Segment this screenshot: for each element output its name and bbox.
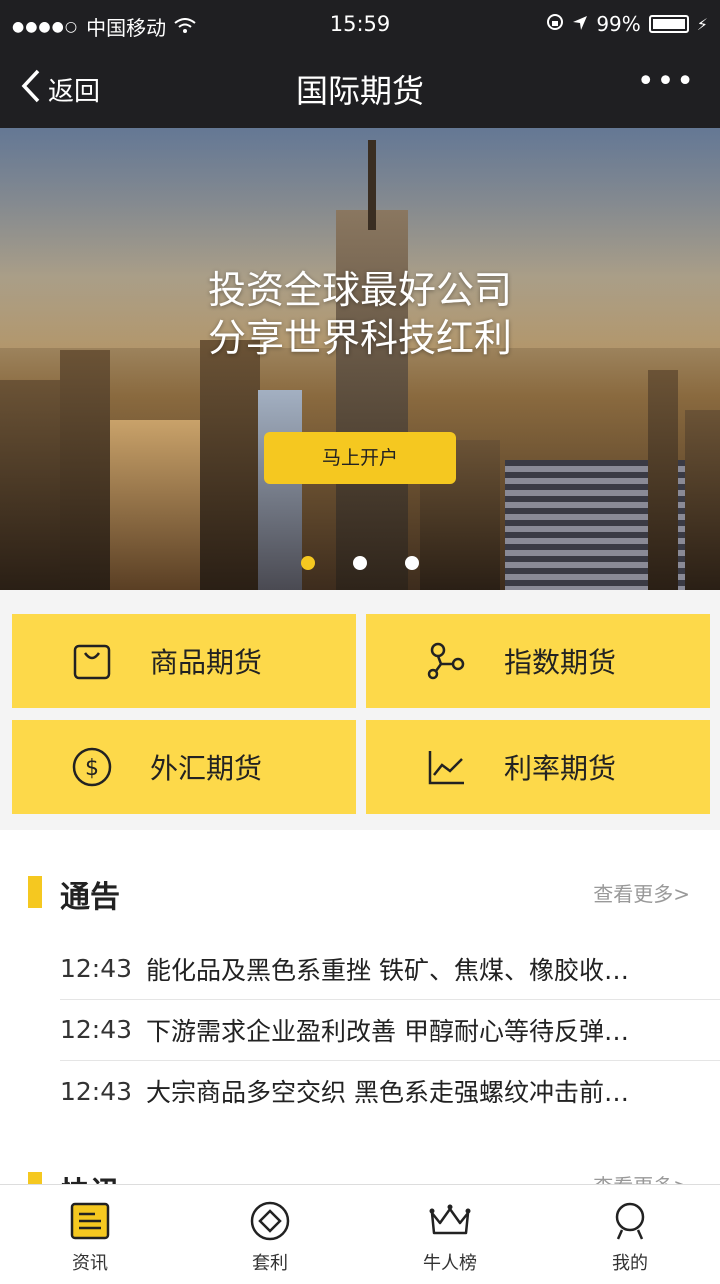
status-bar: ●●●●○ 中国移动 15:59 99% ⚡ — [0, 0, 720, 50]
section-title: 快讯 — [60, 1168, 120, 1184]
page-title: 国际期货 — [295, 72, 424, 110]
tab-news[interactable]: 资讯 — [0, 1185, 180, 1284]
section-marker — [28, 1172, 42, 1184]
tab-label: 资讯 — [72, 1253, 108, 1274]
rotation-lock-icon — [546, 12, 564, 36]
banner-pager — [0, 556, 720, 570]
section-title: 通告 — [60, 880, 120, 915]
tab-leaderboard[interactable]: 牛人榜 — [360, 1185, 540, 1284]
open-account-button[interactable]: 马上开户 — [264, 432, 456, 484]
banner-building — [505, 460, 713, 590]
tab-profile[interactable]: 我的 — [540, 1185, 720, 1284]
banner-headline: 投资全球最好公司 分享世界科技红利 — [0, 266, 720, 362]
category-index-futures[interactable]: 指数期货 — [366, 614, 710, 708]
tab-arbitrage[interactable]: 套利 — [180, 1185, 360, 1284]
news-item[interactable]: 12:43 大宗商品多空交织 黑色系走强螺纹冲击前… — [60, 1060, 720, 1122]
diamond-icon — [248, 1199, 292, 1243]
crown-icon — [428, 1199, 472, 1243]
see-more-link[interactable]: 查看更多> — [593, 878, 690, 907]
category-label: 商品期货 — [150, 646, 263, 679]
tab-label: 套利 — [252, 1253, 288, 1274]
banner-building — [60, 350, 110, 590]
news-item[interactable]: 12:43 下游需求企业盈利改善 甲醇耐心等待反弹… — [60, 999, 720, 1061]
news-headline: 大宗商品多空交织 黑色系走强螺纹冲击前… — [146, 1078, 629, 1107]
shopping-bag-icon — [70, 639, 114, 683]
battery-percent: 99% — [596, 12, 641, 36]
location-icon — [572, 12, 588, 36]
news-icon — [68, 1199, 112, 1243]
news-headline: 下游需求企业盈利改善 甲醇耐心等待反弹… — [146, 1016, 629, 1046]
banner-line-1: 投资全球最好公司 — [207, 268, 512, 312]
category-forex-futures[interactable]: $ 外汇期货 — [12, 720, 356, 814]
category-label: 利率期货 — [504, 752, 617, 785]
battery-icon — [648, 15, 689, 33]
news-item[interactable]: 12:43 能化品及黑色系重挫 铁矿、焦煤、橡胶收… — [60, 938, 720, 1000]
bottom-tab-bar: 资讯 套利 牛人榜 我的 — [0, 1184, 720, 1284]
pager-dot[interactable] — [405, 556, 419, 570]
category-rate-futures[interactable]: 利率期货 — [366, 720, 710, 814]
banner-building — [200, 340, 260, 590]
category-grid: 商品期货 指数期货 $ 外汇期货 利率期货 — [0, 590, 720, 830]
notice-header: 通告 查看更多> — [0, 860, 720, 920]
pager-dot[interactable] — [353, 556, 367, 570]
tab-label: 我的 — [612, 1253, 648, 1274]
charging-icon: ⚡ — [696, 14, 708, 34]
category-commodity-futures[interactable]: 商品期货 — [12, 614, 356, 708]
top-bar: ●●●●○ 中国移动 15:59 99% ⚡ 返回 国际期货 ••• — [0, 0, 720, 128]
more-menu-button[interactable]: ••• — [637, 64, 696, 99]
flash-news-header: 快讯 查看更多> — [0, 1160, 720, 1184]
tab-label: 牛人榜 — [423, 1253, 477, 1274]
news-time: 12:43 — [60, 954, 133, 983]
banner-line-2: 分享世界科技红利 — [207, 316, 512, 360]
section-marker — [28, 876, 42, 908]
category-label: 外汇期货 — [150, 752, 263, 785]
nav-bar: 返回 国际期货 ••• — [0, 50, 720, 128]
svg-text:$: $ — [85, 756, 99, 781]
nodes-icon — [424, 639, 468, 683]
pager-dot[interactable] — [301, 556, 315, 570]
banner-spire — [368, 140, 376, 230]
see-more-link[interactable]: 查看更多> — [593, 1170, 690, 1184]
news-headline: 能化品及黑色系重挫 铁矿、焦煤、橡胶收… — [146, 955, 629, 985]
category-label: 指数期货 — [504, 646, 617, 679]
dollar-icon: $ — [70, 745, 114, 789]
hero-banner[interactable]: 投资全球最好公司 分享世界科技红利 马上开户 — [0, 128, 720, 590]
line-chart-icon — [424, 745, 468, 789]
news-time: 12:43 — [60, 1015, 133, 1044]
news-time: 12:43 — [60, 1076, 133, 1106]
user-icon — [608, 1199, 652, 1243]
